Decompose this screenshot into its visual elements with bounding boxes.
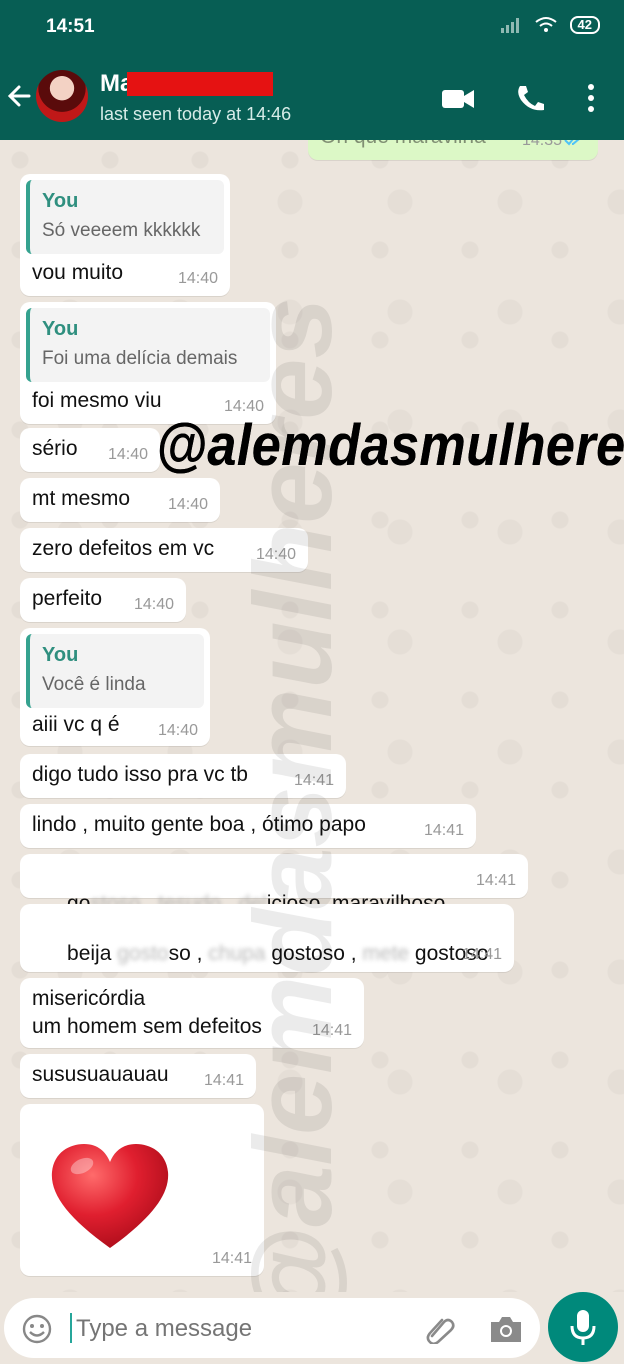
text-part: beija <box>67 942 118 965</box>
signal-icon <box>500 18 519 33</box>
quote-author: You <box>42 190 79 212</box>
status-icons: 42 <box>500 16 600 34</box>
quote-author: You <box>42 644 79 666</box>
quote-text: Você é linda <box>42 674 146 695</box>
quoted-message[interactable]: You Só veeeem kkkkkk <box>26 180 224 254</box>
more-options-icon[interactable] <box>574 82 608 114</box>
blurred-text: osto <box>128 942 169 965</box>
message-time: 14:40 <box>107 446 148 463</box>
message-bubble[interactable]: mt mesmo 14:40 <box>20 478 220 522</box>
message-bubble[interactable]: sério 14:40 <box>20 428 160 472</box>
video-call-icon[interactable] <box>440 82 476 114</box>
message-composer <box>0 1292 624 1364</box>
quoted-message[interactable]: You Você é linda <box>26 634 204 708</box>
message-bubble[interactable]: perfeito 14:40 <box>20 578 186 622</box>
message-bubble-outgoing[interactable]: Oh que maravilha 14:35 <box>308 140 598 160</box>
message-text: aiii vc q é <box>32 713 120 736</box>
quote-author: You <box>42 318 79 340</box>
message-text-line-1: misericórdia <box>32 987 146 1010</box>
text-part: so , <box>168 942 209 965</box>
message-time: 14:40 <box>133 596 174 613</box>
message-text: mt mesmo <box>32 487 131 510</box>
status-time: 14:51 <box>46 16 95 37</box>
blurred-text: mete <box>362 942 410 965</box>
avatar[interactable] <box>36 70 88 122</box>
chat-header: Ma last seen today at 14:46 <box>0 54 624 140</box>
message-text: sususuauauau <box>32 1063 169 1086</box>
wifi-icon <box>534 17 557 32</box>
text-cursor <box>70 1313 72 1343</box>
watermark-handle: @alemdasmulheres <box>156 413 624 478</box>
message-input-container[interactable] <box>4 1298 540 1358</box>
message-time: 14:41 <box>461 946 502 963</box>
red-heart-emoji <box>51 1144 169 1248</box>
message-bubble[interactable]: sususuauauau 14:41 <box>20 1054 256 1098</box>
message-text: vou muito <box>32 261 124 284</box>
message-text: Oh que maravilha <box>320 140 486 151</box>
message-time: 14:40 <box>167 496 208 513</box>
message-text: zero defeitos em vc <box>32 537 215 560</box>
battery-indicator: 42 <box>569 16 600 34</box>
chat-history[interactable]: Oh que maravilha 14:35 You Só veeeem kkk… <box>0 140 624 1292</box>
vertical-watermark: @alemdasmulheres <box>232 297 355 1292</box>
quote-text: Só veeeem kkkkkk <box>42 220 201 241</box>
message-text: digo tudo isso pra vc tb <box>32 763 248 786</box>
blurred-text: g <box>117 942 129 965</box>
message-time: 14:41 <box>475 872 516 889</box>
message-text-line-2: um homem sem defeitos <box>32 1015 262 1038</box>
message-text: sério <box>32 437 78 460</box>
message-bubble-reply[interactable]: You Você é linda aiii vc q é 14:40 <box>20 628 210 746</box>
message-input[interactable] <box>74 1308 408 1350</box>
voice-call-icon[interactable] <box>512 82 548 114</box>
status-bar: 14:51 42 <box>0 0 624 54</box>
message-time: 14:40 <box>157 722 198 739</box>
emoji-icon[interactable] <box>22 1314 52 1344</box>
name-redaction-bar <box>127 72 273 96</box>
contact-last-seen[interactable]: last seen today at 14:46 <box>100 104 291 125</box>
message-time: 14:40 <box>177 270 218 287</box>
message-time: 14:41 <box>423 822 464 839</box>
quote-text: Foi uma delícia demais <box>42 348 238 369</box>
microphone-icon <box>570 1310 596 1345</box>
camera-icon[interactable] <box>488 1314 524 1344</box>
message-text: perfeito <box>32 587 103 610</box>
back-arrow-icon[interactable] <box>4 78 34 114</box>
attachment-icon[interactable] <box>424 1314 458 1344</box>
message-text: foi mesmo viu <box>32 389 162 412</box>
double-check-icon <box>564 140 580 146</box>
message-bubble-reply[interactable]: You Só veeeem kkkkkk vou muito 14:40 <box>20 174 230 296</box>
voice-message-button[interactable] <box>548 1292 618 1362</box>
message-time: 14:35 <box>521 140 562 149</box>
